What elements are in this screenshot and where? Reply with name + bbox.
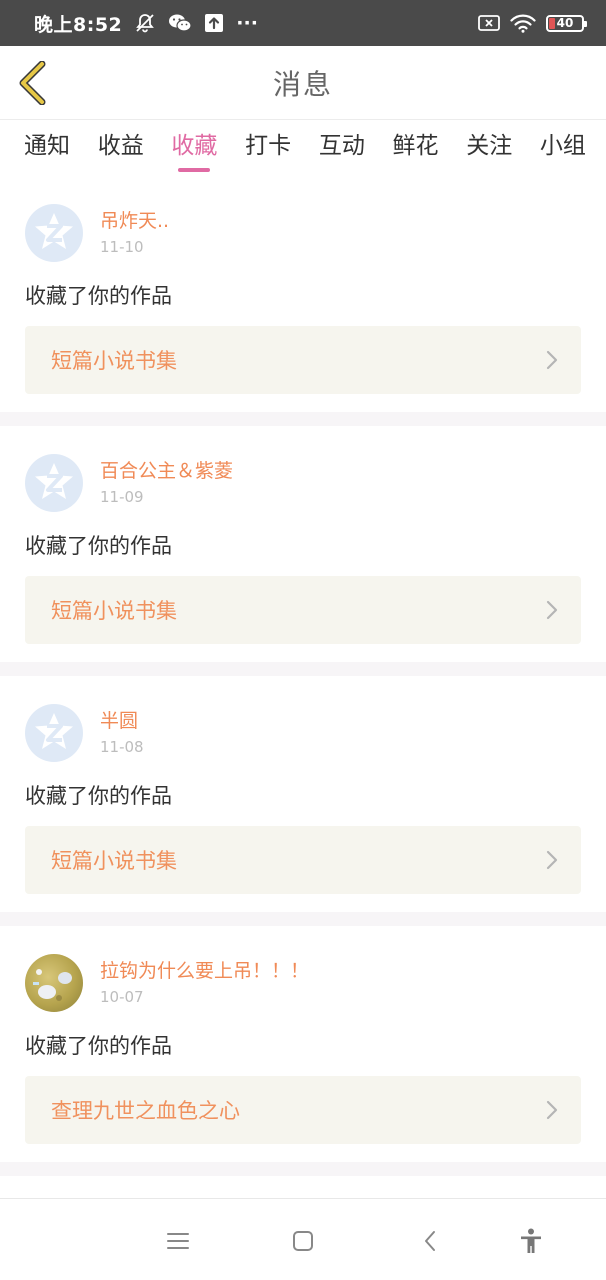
message-date: 11-08 — [100, 738, 144, 756]
work-title: 短篇小说书集 — [51, 599, 177, 623]
wechat-icon — [168, 13, 192, 33]
default-avatar-icon[interactable] — [25, 204, 83, 262]
message-date: 11-10 — [100, 238, 144, 256]
action-text: 收藏了你的作品 — [25, 534, 172, 558]
username[interactable]: 半圆 — [100, 708, 144, 734]
message-card: 吊炸天.. 11-10 收藏了你的作品 短篇小说书集 — [0, 176, 606, 412]
back-icon[interactable] — [410, 1221, 450, 1261]
chevron-right-icon — [545, 849, 559, 871]
sim-missing-icon — [478, 14, 500, 32]
user-meta: 百合公主＆紫菱 11-09 — [100, 454, 233, 506]
tab-earnings[interactable]: 收益 — [98, 120, 144, 176]
chevron-right-icon — [545, 1099, 559, 1121]
back-arrow-icon — [19, 61, 46, 105]
home-icon[interactable] — [283, 1221, 323, 1261]
work-link[interactable]: 短篇小说书集 — [25, 576, 581, 644]
message-card: 半圆 11-08 收藏了你的作品 短篇小说书集 — [0, 676, 606, 912]
back-button[interactable] — [14, 60, 50, 106]
work-link[interactable]: 短篇小说书集 — [25, 326, 581, 394]
user-meta: 半圆 11-08 — [100, 704, 144, 756]
divider — [0, 912, 606, 926]
message-date: 10-07 — [100, 988, 144, 1006]
battery-icon: 40 — [546, 14, 587, 32]
chevron-right-icon — [545, 599, 559, 621]
message-header: 拉钩为什么要上吊！！！ 10-07 — [25, 954, 581, 1012]
tab-notice[interactable]: 通知 — [24, 120, 70, 176]
message-header: 吊炸天.. 11-10 — [25, 204, 581, 262]
default-avatar-icon[interactable] — [25, 704, 83, 762]
work-title: 查理九世之血色之心 — [51, 1099, 240, 1123]
upload-icon — [204, 13, 224, 33]
message-list: 吊炸天.. 11-10 收藏了你的作品 短篇小说书集 百合公主＆紫菱 11-09… — [0, 176, 606, 1176]
username[interactable]: 吊炸天.. — [100, 208, 169, 234]
action-text: 收藏了你的作品 — [25, 284, 172, 308]
work-title: 短篇小说书集 — [51, 349, 177, 373]
accessibility-icon[interactable] — [511, 1221, 551, 1261]
wifi-icon — [510, 13, 536, 33]
tab-interaction[interactable]: 互动 — [319, 120, 365, 176]
message-card: 百合公主＆紫菱 11-09 收藏了你的作品 短篇小说书集 — [0, 426, 606, 662]
status-left: 晚上8:52 ··· — [34, 10, 258, 37]
username[interactable]: 百合公主＆紫菱 — [100, 458, 233, 484]
divider — [0, 412, 606, 426]
photo-avatar[interactable] — [25, 954, 83, 1012]
user-meta: 拉钩为什么要上吊！！！ 10-07 — [100, 954, 309, 1006]
status-right: 40 — [478, 13, 587, 33]
user-meta: 吊炸天.. 11-10 — [100, 204, 169, 256]
notifications-off-icon — [134, 12, 156, 34]
page-title: 消息 — [272, 67, 333, 101]
chevron-right-icon — [545, 349, 559, 371]
system-nav-bar — [0, 1198, 606, 1280]
tab-follow[interactable]: 关注 — [466, 120, 512, 176]
default-avatar-icon[interactable] — [25, 454, 83, 512]
message-date: 11-09 — [100, 488, 144, 506]
tab-favorites[interactable]: 收藏 — [171, 120, 217, 176]
work-title: 短篇小说书集 — [51, 849, 177, 873]
more-notifications-icon: ··· — [236, 12, 258, 34]
work-link[interactable]: 短篇小说书集 — [25, 826, 581, 894]
tab-flowers[interactable]: 鲜花 — [393, 120, 439, 176]
message-card: 拉钩为什么要上吊！！！ 10-07 收藏了你的作品 查理九世之血色之心 — [0, 926, 606, 1162]
message-header: 半圆 11-08 — [25, 704, 581, 762]
tab-checkin[interactable]: 打卡 — [245, 120, 291, 176]
divider — [0, 662, 606, 676]
status-time: 晚上8:52 — [34, 13, 123, 36]
tab-groups[interactable]: 小组 — [540, 120, 586, 176]
username[interactable]: 拉钩为什么要上吊！！！ — [100, 958, 309, 984]
tab-bar: 通知 收益 收藏 打卡 互动 鲜花 关注 小组 — [0, 120, 606, 176]
divider — [0, 1162, 606, 1176]
status-bar: 晚上8:52 ··· 40 — [0, 0, 606, 46]
message-header: 百合公主＆紫菱 11-09 — [25, 454, 581, 512]
battery-level: 40 — [556, 16, 574, 30]
action-text: 收藏了你的作品 — [25, 1034, 172, 1058]
menu-icon[interactable] — [158, 1221, 198, 1261]
action-text: 收藏了你的作品 — [25, 784, 172, 808]
nav-bar: 消息 — [0, 46, 606, 120]
work-link[interactable]: 查理九世之血色之心 — [25, 1076, 581, 1144]
